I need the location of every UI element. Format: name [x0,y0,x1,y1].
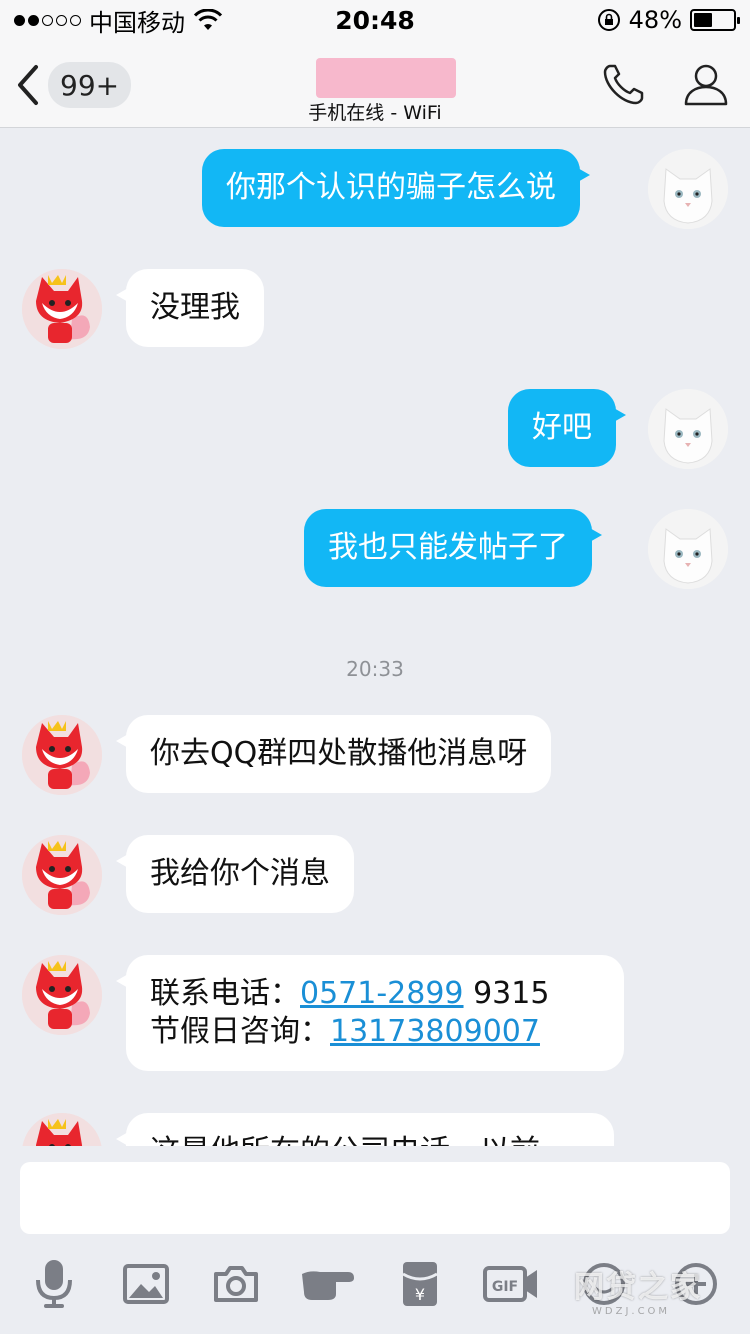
my-avatar[interactable] [648,149,728,229]
watermark-subtext: WDZJ.COM [592,1306,671,1317]
watermark-logo: 网贷之家 [574,1270,702,1305]
contact-profile-icon[interactable] [682,60,730,108]
contact-avatar[interactable] [22,715,102,795]
chat-message-list[interactable]: 你那个认识的骗子怎么说 没理我 好吧 我也只能发帖子了 20:33 你去QQ群四… [0,129,750,1146]
fox-cartoon-avatar-icon [22,955,102,1035]
message-bubble-incoming[interactable]: 你去QQ群四处散播他消息呀 [115,715,552,793]
message-input[interactable] [20,1162,730,1234]
contact-avatar[interactable] [22,1113,102,1146]
my-avatar[interactable] [648,509,728,589]
message-bubble-incoming[interactable]: 没理我 [116,269,264,347]
svg-text:¥: ¥ [415,1285,425,1304]
image-icon [123,1264,169,1304]
carrier-name: 中国移动 [89,8,185,37]
phone-rest: 9315 [463,976,550,1011]
mic-icon [36,1260,72,1308]
message-bubble-incoming[interactable]: 我给你个消息 [116,835,354,913]
status-left: 中国移动 [14,3,223,38]
contact-info-line-1: 联系电话：0571-2899 9315 [150,975,600,1013]
message-bubble-outgoing[interactable]: 你那个认识的骗子怎么说 [202,149,590,227]
message-bubble-contact-info[interactable]: 联系电话：0571-2899 9315 节假日咨询：13173809007 [116,955,624,1071]
nav-bar: 99+ 手机在线 - WiFi [0,40,750,128]
fox-cartoon-avatar-icon [22,835,102,915]
status-bar: 中国移动 20:48 48% [0,0,750,40]
contact-info-line-2: 节假日咨询：13173809007 [150,1013,600,1051]
gif-button[interactable]: GIF [482,1254,542,1314]
input-area: ¥ GIF 网贷之家 WDZJ.COM [0,1146,750,1334]
image-button[interactable] [116,1254,176,1314]
phone-label: 联系电话： [150,976,300,1011]
fox-cartoon-avatar-icon [22,269,102,349]
message-timestamp: 20:33 [346,657,404,681]
holiday-phone-link[interactable]: 13173809007 [330,1014,540,1049]
red-packet-button[interactable]: ¥ [390,1254,450,1314]
contact-avatar[interactable] [22,955,102,1035]
voice-button[interactable] [24,1254,84,1314]
phone-call-icon[interactable] [600,60,648,108]
status-right: 48% [597,6,740,34]
red-packet-icon: ¥ [402,1262,438,1306]
cat-avatar-icon [648,389,728,469]
cat-avatar-icon [648,509,728,589]
phone-link[interactable]: 0571-2899 [300,976,464,1011]
cat-avatar-icon [648,149,728,229]
gif-icon: GIF [483,1266,537,1302]
message-bubble-incoming[interactable]: 这是他所在的公司电话，以前 [116,1113,614,1146]
orientation-lock-icon [597,9,620,31]
contact-name-redacted [316,58,456,98]
contact-avatar[interactable] [22,835,102,915]
message-bubble-outgoing[interactable]: 我也只能发帖子了 [304,509,602,587]
svg-text:GIF: GIF [492,1279,518,1295]
camera-button[interactable] [206,1254,266,1314]
battery-fill [694,13,713,27]
contact-avatar[interactable] [22,269,102,349]
message-bubble-outgoing[interactable]: 好吧 [508,389,626,467]
wifi-icon [193,9,223,30]
poke-button[interactable] [298,1254,358,1314]
battery-percent: 48% [628,6,682,34]
battery-icon [690,9,740,31]
fox-cartoon-avatar-icon [22,715,102,795]
signal-strength-icon [14,14,81,26]
holiday-label: 节假日咨询： [150,1014,330,1049]
my-avatar[interactable] [648,389,728,469]
fox-cartoon-avatar-icon [22,1113,102,1146]
poke-icon [302,1271,354,1300]
camera-icon [214,1266,258,1302]
